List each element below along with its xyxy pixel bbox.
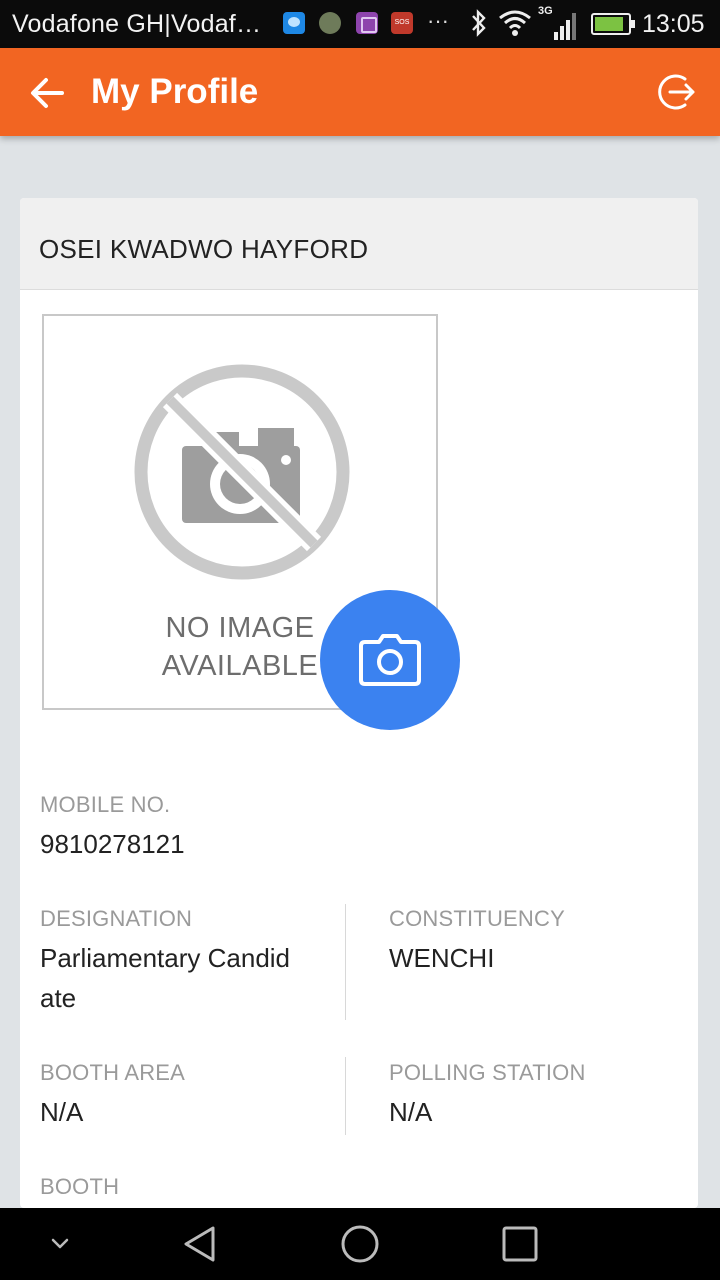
- profile-card-header: OSEI KWADWO HAYFORD: [20, 198, 698, 290]
- navigation-bar: [0, 1208, 720, 1280]
- wifi-icon: [499, 10, 531, 36]
- messenger-notification-icon: [283, 12, 305, 34]
- more-notifications-icon: ···: [427, 8, 449, 33]
- polling-station-value: N/A: [389, 1097, 433, 1127]
- gallery-notification-icon: [356, 12, 378, 34]
- recent-apps-nav-icon[interactable]: [500, 1224, 540, 1264]
- booth-label: BOOTH: [40, 1174, 120, 1199]
- change-photo-button[interactable]: [320, 590, 460, 730]
- sos-notification-icon: SOS: [391, 12, 413, 34]
- logout-icon[interactable]: [655, 70, 699, 114]
- profile-card: OSEI KWADWO HAYFORD NO IMAGE AVAILABLE M…: [20, 198, 698, 1208]
- field-divider: [345, 1057, 346, 1135]
- battery-charging-icon: [591, 13, 635, 35]
- constituency-value: WENCHI: [389, 943, 495, 973]
- chevron-down-icon[interactable]: [46, 1234, 74, 1254]
- booth-area-value: N/A: [40, 1097, 84, 1127]
- avatar-notification-icon: [319, 12, 341, 34]
- mobile-value: 9810278121: [40, 829, 185, 859]
- field-divider: [345, 904, 346, 1020]
- camera-icon: [359, 634, 421, 686]
- status-bar: Vodafone GH|Vodaf… SOS ··· 3G 13:05: [0, 0, 720, 48]
- app-bar: My Profile: [0, 48, 720, 136]
- polling-station-label: POLLING STATION: [389, 1060, 586, 1085]
- booth-area-label: BOOTH AREA: [40, 1060, 186, 1085]
- no-image-icon: [134, 364, 350, 580]
- mobile-label: MOBILE NO.: [40, 792, 171, 817]
- designation-value-continued: ate: [40, 983, 77, 1013]
- arrow-left-icon[interactable]: [24, 70, 70, 116]
- designation-label: DESIGNATION: [40, 906, 193, 931]
- constituency-label: CONSTITUENCY: [389, 906, 565, 931]
- profile-name: OSEI KWADWO HAYFORD: [39, 234, 369, 264]
- clock: 13:05: [642, 10, 705, 38]
- signal-strength-icon: [554, 13, 576, 40]
- back-nav-icon[interactable]: [180, 1224, 220, 1264]
- home-nav-icon[interactable]: [339, 1223, 381, 1265]
- bluetooth-icon: [472, 9, 486, 37]
- carrier-name: Vodafone GH|Vodaf…: [12, 10, 262, 38]
- page-title: My Profile: [91, 72, 259, 111]
- designation-value: Parliamentary Candid: [40, 943, 291, 973]
